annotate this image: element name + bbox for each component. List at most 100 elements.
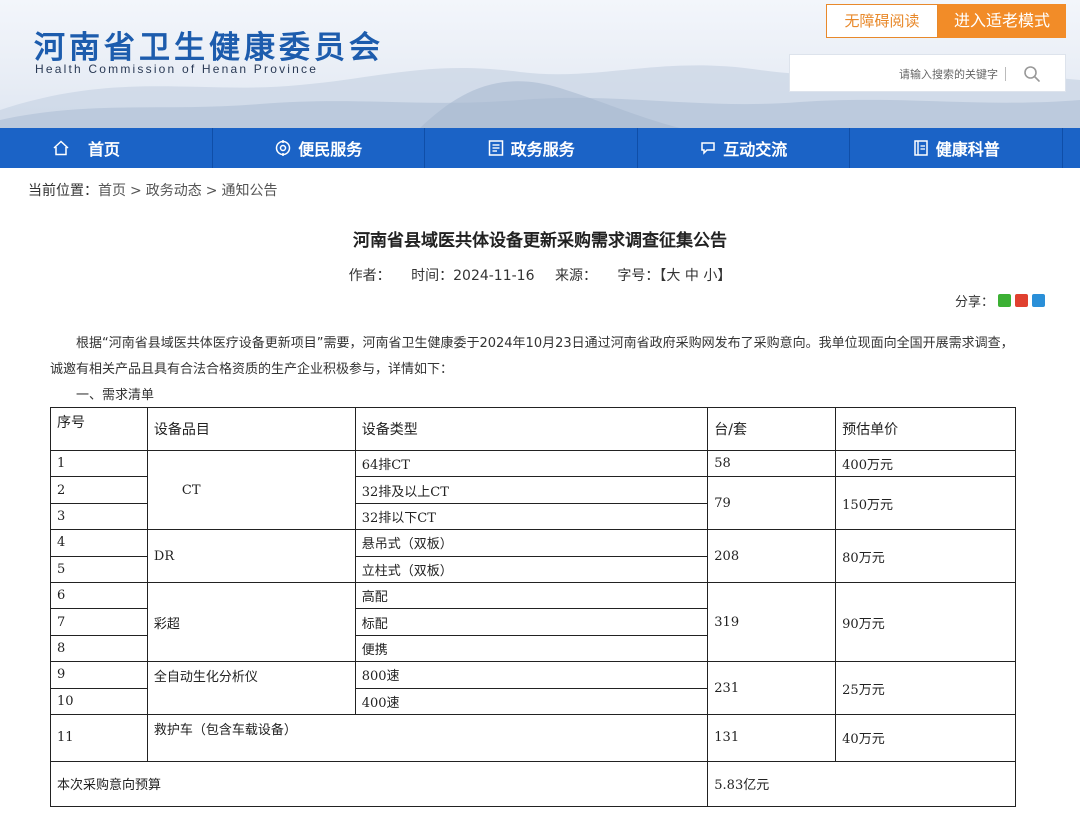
wechat-icon[interactable] <box>998 294 1012 307</box>
fontsize-small[interactable]: 小】 <box>703 268 731 284</box>
unit-price: 400万元 <box>835 449 1016 478</box>
unit-price: 40万元 <box>835 713 1016 762</box>
weibo-icon[interactable] <box>1015 294 1029 307</box>
government-icon <box>488 140 503 156</box>
equipment-type: 64排CT <box>354 449 709 478</box>
article-title: 河南省县域医共体设备更新采购需求调查征集公告 <box>353 231 727 251</box>
nav-item-home[interactable]: 首页 <box>0 128 213 168</box>
table-row: 4 DR 悬吊式（双板） 208 80万元 <box>50 529 1016 583</box>
budget-label: 本次采购意向预算 <box>49 760 709 807</box>
nav-item-services[interactable]: 便民服务 <box>213 128 425 168</box>
unit-price: 90万元 <box>835 581 1016 663</box>
search-box <box>789 54 1066 92</box>
quantity: 58 <box>707 449 837 478</box>
breadcrumb-news[interactable]: 政务动态 <box>146 183 202 199</box>
equipment-type: 标配 <box>354 608 709 636</box>
equipment-type: 32排及以上CT <box>354 476 709 504</box>
budget-value: 5.83亿元 <box>707 760 1016 807</box>
home-icon <box>53 140 69 156</box>
row-number: 3 <box>50 502 148 531</box>
nav-label: 首页 <box>88 140 121 159</box>
breadcrumb: 当前位置：首页 > 政务动态 > 通知公告 <box>28 180 277 200</box>
breadcrumb-home[interactable]: 首页 <box>98 183 126 199</box>
accessibility-reading-button[interactable]: 无障碍阅读 <box>826 4 938 38</box>
table-row: 1 CT 64排CT 58 400万元 <box>50 449 1016 531</box>
article-intro: 根据“河南省县域医共体医疗设备更新项目”需要，河南省卫生健康委于2024年10月… <box>50 336 1014 377</box>
quantity: 208 <box>707 529 837 583</box>
meta-source-label: 来源： <box>554 268 597 284</box>
row-number: 5 <box>50 555 148 583</box>
quantity: 231 <box>707 661 837 715</box>
nav-label: 健康科普 <box>935 140 1000 159</box>
table-header-cell: 预估单价 <box>835 407 1016 451</box>
meta-author: 作者： <box>349 268 391 284</box>
equipment-type: 立柱式（双板） <box>354 555 709 583</box>
equipment-category: CT <box>146 449 356 531</box>
table-header-cell: 设备品目 <box>146 407 356 451</box>
unit-price: 80万元 <box>835 529 1016 583</box>
table-header-cell: 台/套 <box>707 407 837 451</box>
meta-time-value: 2024-11-16 <box>453 268 535 284</box>
meta-fontsize: 字号：【大 中 小】 <box>617 268 731 284</box>
breadcrumb-prefix: 当前位置： <box>28 183 98 199</box>
article-meta: 作者： 时间：2024-11-16 来源： 字号：【大 中 小】 <box>0 265 1080 285</box>
elder-mode-button[interactable]: 进入适老模式 <box>938 4 1066 38</box>
row-number: 10 <box>50 687 148 715</box>
row-number: 11 <box>50 713 148 762</box>
table-header-row: 序号 设备品目 设备类型 台/套 预估单价 <box>50 407 1016 451</box>
table-total-row: 本次采购意向预算 5.83亿元 <box>49 760 1016 807</box>
meta-time: 时间：2024-11-16 <box>411 268 534 284</box>
main-nav: 首页 便民服务 政务服务 互动交流 健康科普 <box>0 128 1080 168</box>
nav-item-health-science[interactable]: 健康科普 <box>850 128 1063 168</box>
nav-item-government[interactable]: 政务服务 <box>425 128 638 168</box>
search-input[interactable] <box>798 61 998 87</box>
unit-price: 150万元 <box>835 476 1016 531</box>
equipment-type: 400速 <box>354 687 709 715</box>
table-row: 9 全自动生化分析仪 800速 231 25万元 <box>50 661 1016 715</box>
row-number: 8 <box>50 634 148 663</box>
equipment-type: 便携 <box>354 634 709 663</box>
equipment-type: 悬吊式（双板） <box>354 529 709 557</box>
equipment-category: 救护车（包含车载设备） <box>146 713 709 762</box>
equipment-category: DR <box>146 529 356 583</box>
table-header-cell: 设备类型 <box>354 407 709 451</box>
equipment-category: 彩超 <box>146 581 356 663</box>
qq-icon[interactable] <box>1032 294 1046 307</box>
row-number: 2 <box>50 476 148 504</box>
site-header: 河南省卫生健康委员会 Health Commission of Henan Pr… <box>0 0 1080 128</box>
row-number: 4 <box>50 529 148 557</box>
breadcrumb-notices[interactable]: 通知公告 <box>221 183 277 199</box>
site-logo-subtitle: Health Commission of Henan Province <box>35 62 319 76</box>
interaction-icon <box>701 142 715 155</box>
row-number: 6 <box>50 581 148 610</box>
row-number: 9 <box>50 661 148 689</box>
service-icon <box>275 140 291 156</box>
share-label: 分享： <box>955 295 995 310</box>
nav-label: 政务服务 <box>510 140 575 159</box>
search-divider <box>1005 67 1006 81</box>
meta-source: 来源： <box>555 268 597 284</box>
nav-item-interaction[interactable]: 互动交流 <box>638 128 850 168</box>
fontsize-medium[interactable]: 中 <box>685 268 699 284</box>
nav-label: 互动交流 <box>723 140 788 159</box>
row-number: 1 <box>50 449 148 478</box>
nav-label: 便民服务 <box>298 140 363 159</box>
requirement-table: 序号 设备品目 设备类型 台/套 预估单价 1 CT 64排CT 58 400万… <box>49 407 1016 807</box>
breadcrumb-separator: > <box>205 183 218 199</box>
meta-time-label: 时间： <box>411 268 454 284</box>
table-header-cell: 序号 <box>50 407 148 451</box>
quantity: 131 <box>707 713 837 762</box>
search-icon[interactable] <box>1023 65 1041 83</box>
meta-author-label: 作者： <box>348 268 391 284</box>
equipment-type: 32排以下CT <box>354 502 709 531</box>
share-bar: 分享： <box>955 291 1046 310</box>
section-heading: 一、需求清单 <box>76 388 155 403</box>
fontsize-large[interactable]: 【大 <box>659 268 680 284</box>
meta-fontsize-label: 字号： <box>617 268 660 284</box>
unit-price: 25万元 <box>835 661 1016 715</box>
table-row: 11 救护车（包含车载设备） 131 40万元 <box>50 713 1016 762</box>
quantity: 79 <box>707 476 837 531</box>
equipment-type: 高配 <box>354 581 709 610</box>
site-logo-title[interactable]: 河南省卫生健康委员会 <box>34 22 384 67</box>
row-number: 7 <box>50 608 148 636</box>
